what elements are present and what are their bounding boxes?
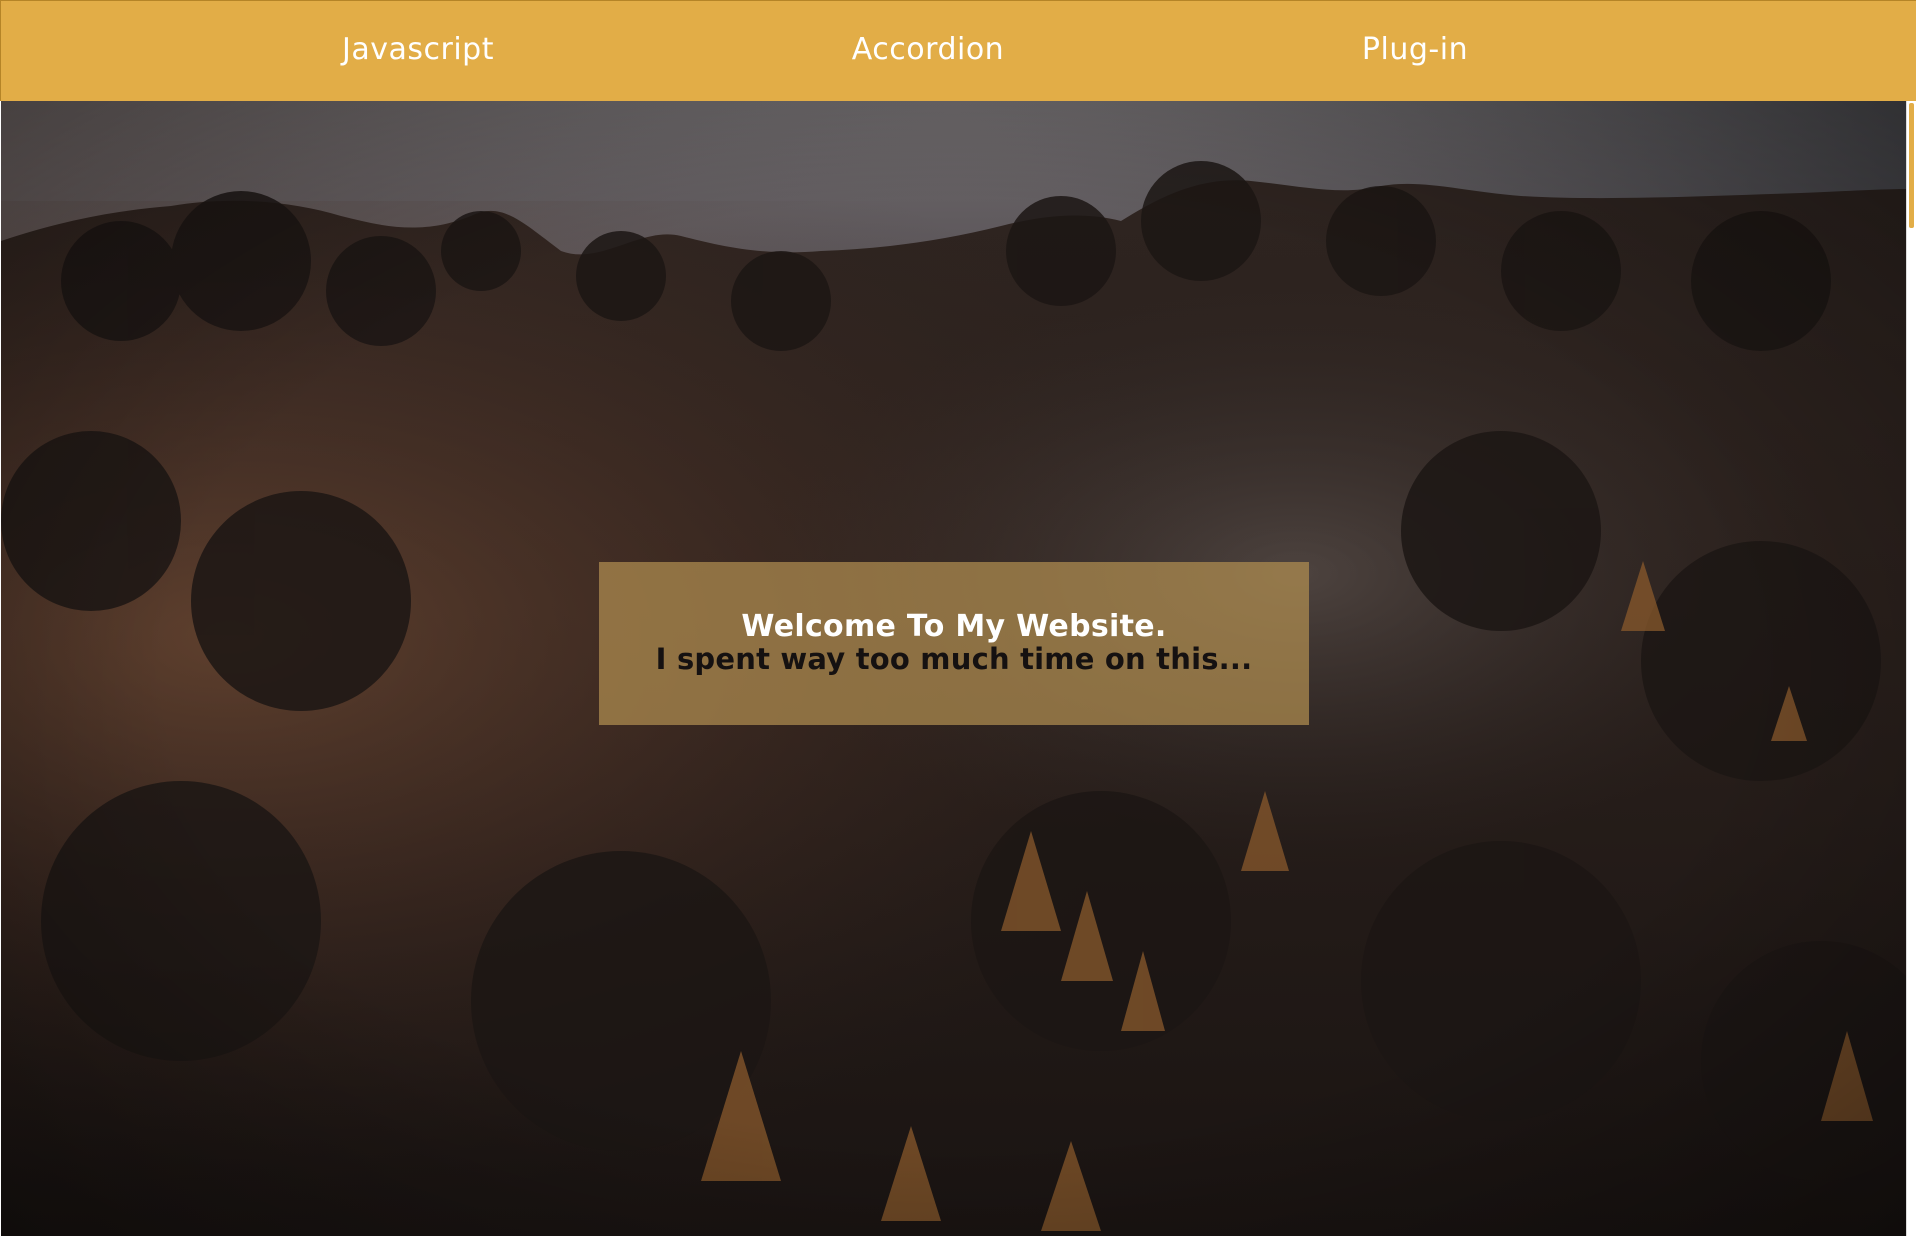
welcome-panel: Welcome To My Website. I spent way too m… [599, 562, 1309, 725]
hero-section: Welcome To My Website. I spent way too m… [1, 101, 1906, 1236]
nav-link-plug-in[interactable]: Plug-in [1362, 0, 1468, 101]
top-nav-bar: Javascript Accordion Plug-in [0, 0, 1916, 101]
scrollbar-thumb[interactable] [1909, 103, 1914, 228]
page: Javascript Accordion Plug-in Welcome To … [0, 0, 1916, 1236]
nav-link-accordion[interactable]: Accordion [852, 0, 1004, 101]
welcome-title: Welcome To My Website. [741, 608, 1167, 644]
welcome-subtitle: I spent way too much time on this... [655, 641, 1253, 676]
nav-link-javascript[interactable]: Javascript [342, 0, 494, 101]
scrollbar[interactable] [1906, 101, 1916, 1236]
